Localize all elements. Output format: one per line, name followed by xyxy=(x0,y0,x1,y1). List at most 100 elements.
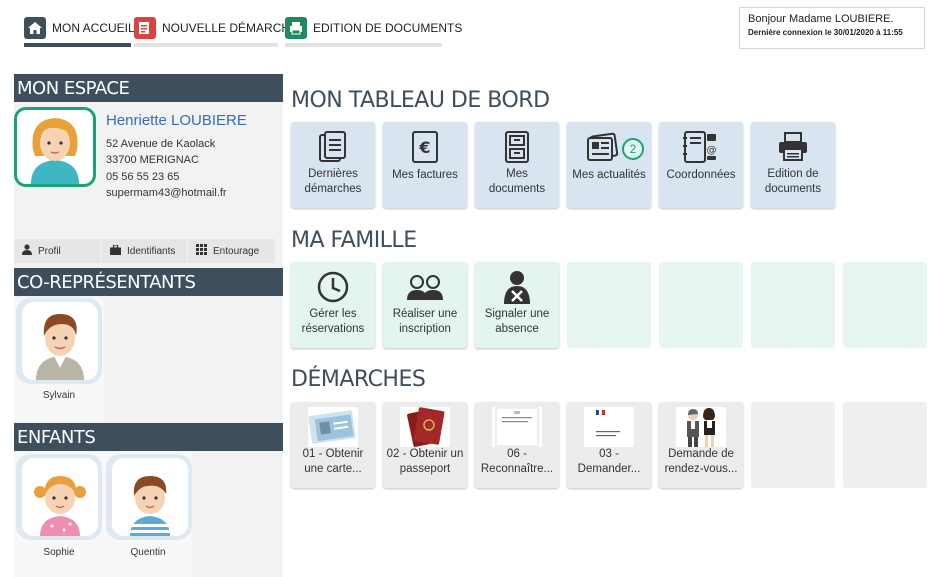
tile-mes-documents[interactable]: Mes documents xyxy=(475,122,559,208)
profile-address-line2: 33700 MERIGNAC xyxy=(106,154,199,166)
mon-espace-header: MON ESPACE xyxy=(14,74,283,102)
tile-demarche-demander[interactable]: 03 - Demander... xyxy=(567,402,651,488)
tile-gerer-reservations[interactable]: Gérer les réservations xyxy=(291,262,375,348)
home-icon xyxy=(24,17,46,39)
tab-underline xyxy=(285,43,442,47)
tile-label: Mes factures xyxy=(392,169,458,181)
tile-label: Réaliser une inscription xyxy=(392,308,458,335)
tile-label: Mes documents xyxy=(488,168,546,195)
co-rep-name: Sylvain xyxy=(42,390,76,401)
filing-cabinet-icon xyxy=(475,130,559,164)
tile-label: 02 - Obtenir un passeport xyxy=(386,448,464,475)
tab-underline xyxy=(134,43,278,47)
tile-demande-rendez-vous[interactable]: Demande de rendez-vous... xyxy=(659,402,743,488)
address-book-icon: @ xyxy=(659,130,743,164)
empty-tile-slot xyxy=(843,402,927,488)
notification-badge: 2 xyxy=(622,138,644,160)
boy-avatar-icon xyxy=(130,476,170,536)
nav-tab-new-request[interactable]: NOUVELLE DÉMARCHE xyxy=(134,10,298,46)
tile-label: 06 - Reconnaître... xyxy=(480,448,554,475)
euro-invoice-icon: € xyxy=(383,130,467,164)
child-card[interactable]: Sophie xyxy=(14,452,104,577)
empty-tile-slot xyxy=(751,262,835,348)
printer-icon xyxy=(285,17,307,39)
nav-home-label: MON ACCUEIL xyxy=(52,21,135,35)
tab-entourage-label: Entourage xyxy=(213,245,260,257)
document-list-icon xyxy=(291,130,375,164)
nav-documents-label: EDITION DE DOCUMENTS xyxy=(313,21,463,35)
active-tab-indicator xyxy=(24,43,131,47)
tile-label: Mes actualités xyxy=(572,169,646,181)
tab-profil-label: Profil xyxy=(38,245,61,257)
man-avatar-icon xyxy=(36,314,84,380)
child-card[interactable]: Quentin xyxy=(104,452,192,577)
tab-identifiants[interactable]: Identifiants xyxy=(102,239,187,263)
tile-label: Gérer les réservations xyxy=(301,308,365,335)
demarches-title: DÉMARCHES xyxy=(291,367,426,392)
top-navigation: MON ACCUEIL NOUVELLE DÉMARCHE EDITION DE… xyxy=(0,0,929,50)
meeting-thumbnail xyxy=(676,407,726,447)
tile-label: Dernières démarches xyxy=(304,168,362,195)
tile-dernieres-demarches[interactable]: Dernières démarches xyxy=(291,122,375,208)
profile-email: supermam43@hotmail.fr xyxy=(106,187,227,199)
printer-icon xyxy=(751,130,835,164)
tile-coordonnees[interactable]: @ Coordonnées xyxy=(659,122,743,208)
briefcase-icon xyxy=(110,243,121,258)
clock-icon xyxy=(291,270,375,304)
child-name: Quentin xyxy=(130,547,166,558)
tile-mes-factures[interactable]: € Mes factures xyxy=(383,122,467,208)
empty-tile-slot xyxy=(567,262,651,348)
svg-text:€: € xyxy=(418,138,430,157)
tile-edition-documents[interactable]: Edition de documents xyxy=(751,122,835,208)
tile-realiser-inscription[interactable]: Réaliser une inscription xyxy=(383,262,467,348)
user-icon xyxy=(22,244,32,258)
tab-profil[interactable]: Profil xyxy=(14,239,101,263)
empty-tile-slot xyxy=(843,262,927,348)
profile-avatar[interactable] xyxy=(14,107,96,187)
enfants-header: ENFANTS xyxy=(14,423,283,451)
tile-signaler-absence[interactable]: Signaler une absence xyxy=(475,262,559,348)
co-rep-card[interactable]: Sylvain xyxy=(14,298,104,422)
tab-entourage[interactable]: Entourage xyxy=(188,239,275,263)
dashboard-title: MON TABLEAU DE BORD xyxy=(291,88,550,113)
tile-label: Demande de rendez-vous... xyxy=(664,448,738,475)
greeting-box: Bonjour Madame LOUBIERE. Dernière connex… xyxy=(739,7,925,49)
tile-demarche-carte[interactable]: 01 - Obtenir une carte... xyxy=(291,402,375,488)
tile-label: 01 - Obtenir une carte... xyxy=(302,448,364,475)
child-avatar xyxy=(22,458,98,536)
last-login-text: Dernière connexion le 30/01/2020 à 11:55 xyxy=(748,28,903,37)
id-card-thumbnail xyxy=(308,407,358,447)
nav-new-request-label: NOUVELLE DÉMARCHE xyxy=(162,21,299,35)
tile-label: 03 - Demander... xyxy=(577,448,641,475)
co-representants-header: CO-REPRÉSENTANTS xyxy=(14,268,283,296)
passport-thumbnail xyxy=(400,407,450,447)
profile-name[interactable]: Henriette LOUBIERE xyxy=(106,112,247,129)
tile-label: Edition de documents xyxy=(764,168,822,195)
child-avatar xyxy=(112,458,188,536)
co-rep-avatar xyxy=(22,302,98,380)
tile-label: Signaler une absence xyxy=(484,308,550,335)
girl-avatar-icon xyxy=(34,476,86,536)
empty-tile-slot xyxy=(659,262,743,348)
tile-demarche-passeport[interactable]: 02 - Obtenir un passeport xyxy=(383,402,467,488)
people-icon xyxy=(383,270,467,304)
nav-tab-documents[interactable]: EDITION DE DOCUMENTS xyxy=(285,10,462,46)
person-cross-icon xyxy=(475,270,559,304)
new-document-icon xyxy=(134,17,156,39)
tile-demarche-reconnaitre[interactable]: 06 - Reconnaître... xyxy=(475,402,559,488)
family-title: MA FAMILLE xyxy=(291,228,417,253)
greeting-text: Bonjour Madame LOUBIERE. xyxy=(748,13,894,25)
grid-icon xyxy=(196,244,207,258)
nav-tab-home[interactable]: MON ACCUEIL xyxy=(24,10,135,46)
tile-label: Coordonnées xyxy=(666,169,736,181)
woman-avatar-icon xyxy=(31,118,79,184)
tab-identifiants-label: Identifiants xyxy=(127,245,176,257)
svg-text:@: @ xyxy=(707,145,717,156)
profile-address-line1: 52 Avenue de Kaolack xyxy=(106,138,216,150)
civil-status-thumbnail xyxy=(584,407,634,447)
tile-mes-actualites[interactable]: 2 Mes actualités xyxy=(567,122,651,208)
empty-tile-slot xyxy=(751,402,835,488)
profile-phone: 05 56 55 23 65 xyxy=(106,171,180,183)
document-thumbnail xyxy=(492,407,542,447)
child-name: Sophie xyxy=(43,547,75,558)
